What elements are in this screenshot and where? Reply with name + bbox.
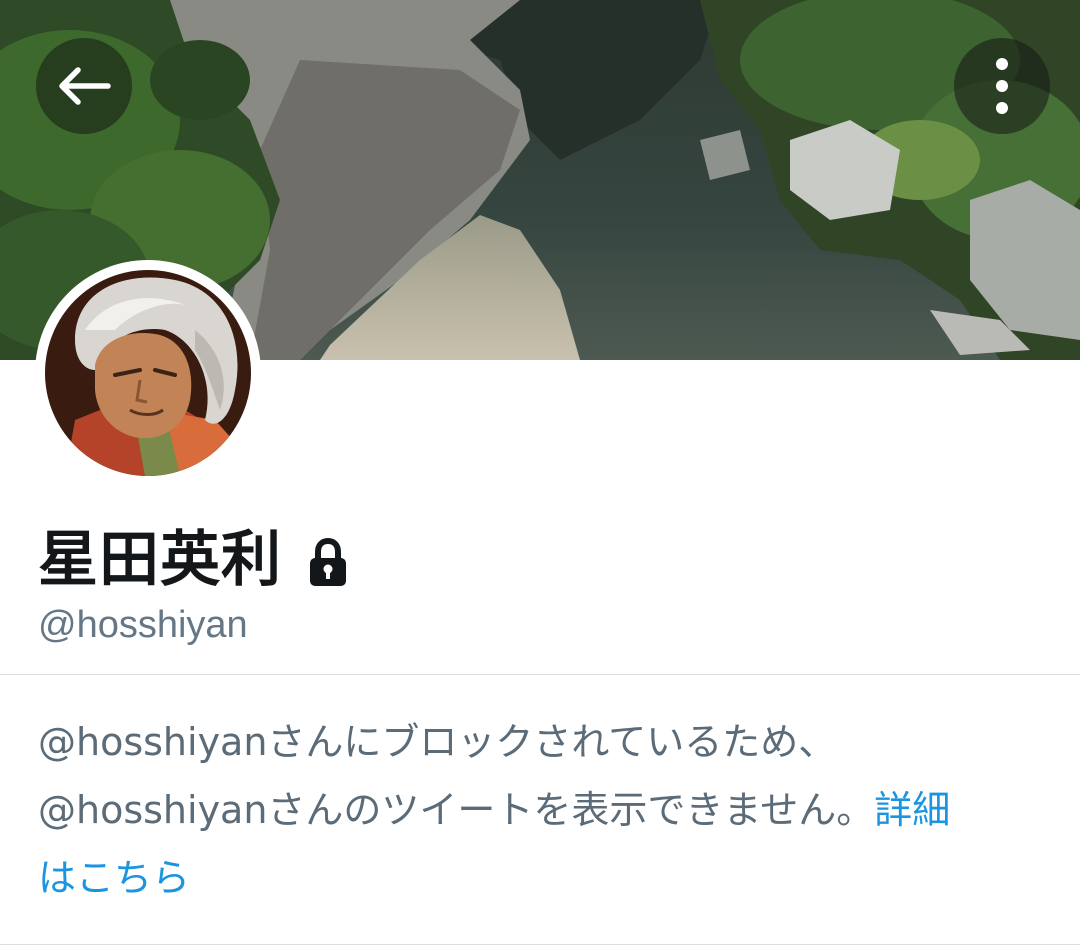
more-options-button[interactable] <box>954 38 1050 134</box>
avatar-image <box>45 270 251 476</box>
profile-name-row: 星田英利 <box>38 520 348 600</box>
learn-more-link-part1[interactable]: 詳細 <box>874 788 950 832</box>
arrow-left-icon <box>59 67 111 105</box>
blocked-notice-line2: @hosshiyanさんのツイートを表示できません。詳細 <box>38 776 1038 844</box>
blocked-notice-line1: @hosshiyanさんにブロックされているため、 <box>38 720 837 764</box>
blocked-notice-line2-text: @hosshiyanさんのツイートを表示できません。 <box>38 788 875 832</box>
back-button[interactable] <box>36 38 132 134</box>
divider <box>0 674 1080 675</box>
divider-bottom <box>0 944 1080 945</box>
lock-icon <box>310 538 346 586</box>
learn-more-link-part2[interactable]: はこちら <box>38 856 190 900</box>
display-name: 星田英利 <box>38 525 282 595</box>
blocked-notice: @hosshiyanさんにブロックされているため、 @hosshiyanさんのツ… <box>38 708 1038 912</box>
profile-avatar[interactable] <box>35 260 261 486</box>
blocked-notice-line3: はこちら <box>38 844 1038 912</box>
vertical-dots-icon <box>996 58 1008 114</box>
profile-handle: @hosshiyan <box>38 604 248 646</box>
